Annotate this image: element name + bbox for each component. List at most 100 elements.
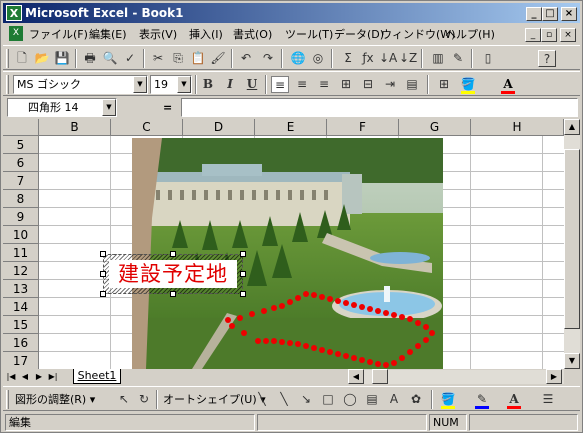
scroll-up-icon[interactable]: ▲: [564, 119, 580, 135]
row-header[interactable]: 9: [3, 208, 39, 226]
wordart-icon[interactable]: A: [385, 391, 403, 408]
hyperlink-icon[interactable]: 🌐: [289, 50, 307, 67]
doc-restore-button[interactable]: ▫: [541, 28, 557, 42]
textbox-icon[interactable]: ▤: [363, 391, 381, 408]
vertical-scrollbar[interactable]: ▲ ▼: [564, 119, 580, 369]
toolbar-grip[interactable]: [6, 49, 9, 68]
copy-icon[interactable]: ⎘: [169, 50, 187, 67]
format-painter-icon[interactable]: 🖌: [209, 50, 227, 67]
rectangle-icon[interactable]: □: [319, 391, 337, 408]
menu-insert[interactable]: 挿入(I): [189, 27, 223, 42]
resize-handle[interactable]: [100, 271, 106, 277]
menu-tools[interactable]: ツール(T): [285, 27, 333, 42]
row-header[interactable]: 6: [3, 154, 39, 172]
resize-handle[interactable]: [240, 251, 246, 257]
toolbar-grip[interactable]: [6, 75, 9, 94]
free-rotate-icon[interactable]: ↻: [135, 391, 153, 408]
scroll-right-icon[interactable]: ▶: [546, 369, 562, 384]
row-header[interactable]: 12: [3, 262, 39, 280]
arrow-icon[interactable]: ↘: [297, 391, 315, 408]
menu-format[interactable]: 書式(O): [233, 27, 272, 42]
formula-input[interactable]: [181, 98, 578, 117]
next-sheet-icon[interactable]: ▶: [33, 370, 45, 384]
web-toolbar-icon[interactable]: ◎: [309, 50, 327, 67]
tab-sheet1[interactable]: Sheet1: [73, 369, 121, 384]
first-sheet-icon[interactable]: |◀: [5, 370, 17, 384]
doc-close-button[interactable]: ×: [560, 28, 576, 42]
worksheet[interactable]: B C D E F G H 5 6 7 8 9 10 11 12 13 14 1…: [3, 119, 564, 369]
distributed-icon[interactable]: ⊟: [359, 76, 377, 93]
borders-icon[interactable]: ⊞: [435, 76, 453, 93]
align-left-icon[interactable]: ≡: [271, 76, 289, 93]
redo-icon[interactable]: ↷: [259, 50, 277, 67]
excel-app-icon[interactable]: X: [6, 5, 22, 21]
column-header[interactable]: H: [471, 119, 564, 136]
row-header[interactable]: 7: [3, 172, 39, 190]
column-header[interactable]: B: [39, 119, 111, 136]
outdent-icon[interactable]: ▤: [403, 76, 421, 93]
line-style-icon[interactable]: ☰: [539, 391, 557, 408]
row-header[interactable]: 8: [3, 190, 39, 208]
column-header[interactable]: F: [327, 119, 399, 136]
horizontal-scroll-thumb[interactable]: [372, 369, 388, 384]
drawing-icon[interactable]: ✎: [449, 50, 467, 67]
sort-ascending-icon[interactable]: ↓A: [379, 50, 397, 67]
prev-sheet-icon[interactable]: ◀: [19, 370, 31, 384]
clipart-icon[interactable]: ✿: [407, 391, 425, 408]
row-header[interactable]: 11: [3, 244, 39, 262]
close-button[interactable]: ×: [561, 7, 577, 21]
planned-site-label[interactable]: 建設予定地: [109, 260, 237, 288]
font-name-select[interactable]: MS ゴシック ▼: [13, 75, 148, 94]
indent-icon[interactable]: ⇥: [381, 76, 399, 93]
merge-center-icon[interactable]: ⊞: [337, 76, 355, 93]
menu-help[interactable]: ヘルプ(H): [445, 27, 495, 42]
save-icon[interactable]: 💾: [53, 50, 71, 67]
planned-site-textbox[interactable]: 建設予定地: [103, 254, 243, 294]
resize-handle[interactable]: [100, 291, 106, 297]
underline-button[interactable]: U: [243, 76, 261, 93]
row-header[interactable]: 13: [3, 280, 39, 298]
align-center-icon[interactable]: ≡: [293, 76, 311, 93]
horizontal-scrollbar[interactable]: ◀ ▶: [348, 369, 564, 384]
scroll-left-icon[interactable]: ◀: [348, 369, 364, 384]
print-preview-icon[interactable]: 🔍: [101, 50, 119, 67]
row-header[interactable]: 14: [3, 298, 39, 316]
maximize-button[interactable]: □: [542, 7, 558, 21]
menu-file[interactable]: ファイル(F): [29, 27, 88, 42]
minimize-button[interactable]: _: [526, 7, 542, 21]
name-box[interactable]: 四角形 14 ▼: [7, 98, 117, 117]
select-all-corner[interactable]: [3, 119, 39, 136]
workbook-icon[interactable]: X: [9, 26, 23, 41]
help-icon[interactable]: ?: [538, 50, 556, 67]
resize-handle[interactable]: [240, 291, 246, 297]
line-icon[interactable]: ╲: [253, 391, 271, 408]
menu-data[interactable]: データ(D): [334, 27, 384, 42]
doc-minimize-button[interactable]: _: [525, 28, 541, 42]
italic-button[interactable]: I: [221, 76, 239, 93]
spelling-icon[interactable]: ✓: [121, 50, 139, 67]
row-header[interactable]: 17: [3, 352, 39, 369]
print-icon[interactable]: 🖶: [81, 50, 99, 67]
new-icon[interactable]: 🗋: [13, 50, 31, 67]
toolbar-grip[interactable]: [6, 390, 9, 409]
function-icon[interactable]: ƒx: [359, 50, 377, 67]
row-header[interactable]: 16: [3, 334, 39, 352]
oval-icon[interactable]: ◯: [341, 391, 359, 408]
undo-icon[interactable]: ↶: [237, 50, 255, 67]
column-header[interactable]: E: [255, 119, 327, 136]
sort-descending-icon[interactable]: ↓Z: [399, 50, 417, 67]
title-bar[interactable]: X Microsoft Excel - Book1 _ □ ×: [3, 3, 580, 23]
font-size-select[interactable]: 19 ▼: [150, 75, 192, 94]
resize-handle[interactable]: [100, 251, 106, 257]
column-header[interactable]: D: [183, 119, 255, 136]
menu-view[interactable]: 表示(V): [139, 27, 177, 42]
vertical-scroll-thumb[interactable]: [564, 149, 580, 329]
column-header[interactable]: C: [111, 119, 183, 136]
open-icon[interactable]: 📂: [33, 50, 51, 67]
bold-button[interactable]: B: [199, 76, 217, 93]
row-header[interactable]: 15: [3, 316, 39, 334]
column-header[interactable]: G: [399, 119, 471, 136]
line-icon[interactable]: ╲: [275, 391, 293, 408]
cut-icon[interactable]: ✂: [149, 50, 167, 67]
last-sheet-icon[interactable]: ▶|: [47, 370, 59, 384]
